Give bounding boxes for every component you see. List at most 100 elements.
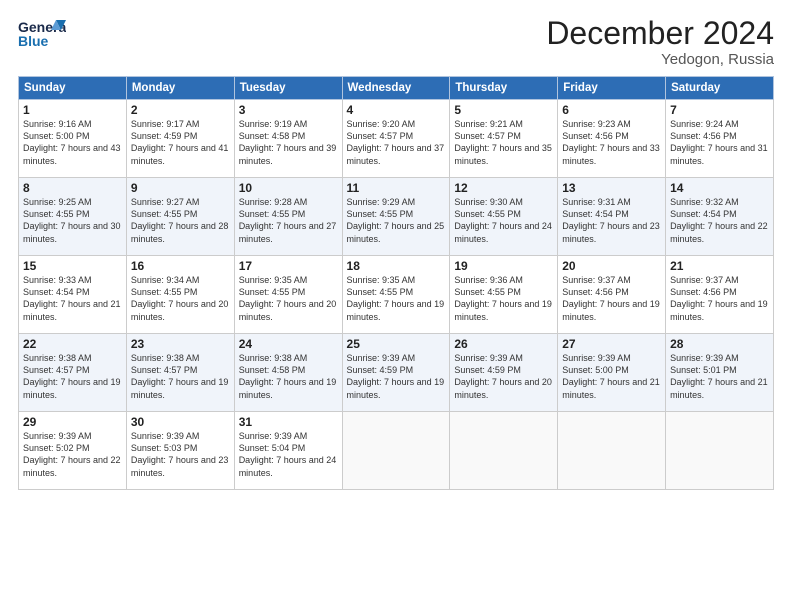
- cell-content: Sunrise: 9:24 AMSunset: 4:56 PMDaylight:…: [670, 118, 769, 167]
- cell-content: Sunrise: 9:29 AMSunset: 4:55 PMDaylight:…: [347, 196, 446, 245]
- cell-content: Sunrise: 9:39 AMSunset: 5:03 PMDaylight:…: [131, 430, 230, 479]
- cell-content: Sunrise: 9:30 AMSunset: 4:55 PMDaylight:…: [454, 196, 553, 245]
- calendar-table: SundayMondayTuesdayWednesdayThursdayFrid…: [18, 76, 774, 490]
- day-cell: 15Sunrise: 9:33 AMSunset: 4:54 PMDayligh…: [19, 256, 127, 334]
- day-number: 7: [670, 103, 769, 117]
- cell-content: Sunrise: 9:19 AMSunset: 4:58 PMDaylight:…: [239, 118, 338, 167]
- day-cell: 23Sunrise: 9:38 AMSunset: 4:57 PMDayligh…: [126, 334, 234, 412]
- day-cell: 14Sunrise: 9:32 AMSunset: 4:54 PMDayligh…: [666, 178, 774, 256]
- day-cell: 8Sunrise: 9:25 AMSunset: 4:55 PMDaylight…: [19, 178, 127, 256]
- cell-content: Sunrise: 9:38 AMSunset: 4:58 PMDaylight:…: [239, 352, 338, 401]
- logo: General Blue: [18, 16, 66, 54]
- cell-content: Sunrise: 9:37 AMSunset: 4:56 PMDaylight:…: [562, 274, 661, 323]
- cell-content: Sunrise: 9:34 AMSunset: 4:55 PMDaylight:…: [131, 274, 230, 323]
- day-number: 25: [347, 337, 446, 351]
- cell-content: Sunrise: 9:17 AMSunset: 4:59 PMDaylight:…: [131, 118, 230, 167]
- day-number: 22: [23, 337, 122, 351]
- calendar-page: General Blue December 2024 Yedogon, Russ…: [0, 0, 792, 612]
- week-row-2: 8Sunrise: 9:25 AMSunset: 4:55 PMDaylight…: [19, 178, 774, 256]
- cell-content: Sunrise: 9:39 AMSunset: 4:59 PMDaylight:…: [454, 352, 553, 401]
- day-cell: 30Sunrise: 9:39 AMSunset: 5:03 PMDayligh…: [126, 412, 234, 490]
- day-cell: 27Sunrise: 9:39 AMSunset: 5:00 PMDayligh…: [558, 334, 666, 412]
- cell-content: Sunrise: 9:31 AMSunset: 4:54 PMDaylight:…: [562, 196, 661, 245]
- day-cell: 4Sunrise: 9:20 AMSunset: 4:57 PMDaylight…: [342, 100, 450, 178]
- day-number: 28: [670, 337, 769, 351]
- cell-content: Sunrise: 9:20 AMSunset: 4:57 PMDaylight:…: [347, 118, 446, 167]
- cell-content: Sunrise: 9:38 AMSunset: 4:57 PMDaylight:…: [131, 352, 230, 401]
- svg-text:Blue: Blue: [18, 33, 49, 49]
- day-number: 26: [454, 337, 553, 351]
- cell-content: Sunrise: 9:16 AMSunset: 5:00 PMDaylight:…: [23, 118, 122, 167]
- day-cell: 18Sunrise: 9:35 AMSunset: 4:55 PMDayligh…: [342, 256, 450, 334]
- day-cell: 10Sunrise: 9:28 AMSunset: 4:55 PMDayligh…: [234, 178, 342, 256]
- day-cell: 2Sunrise: 9:17 AMSunset: 4:59 PMDaylight…: [126, 100, 234, 178]
- week-row-5: 29Sunrise: 9:39 AMSunset: 5:02 PMDayligh…: [19, 412, 774, 490]
- cell-content: Sunrise: 9:36 AMSunset: 4:55 PMDaylight:…: [454, 274, 553, 323]
- day-number: 3: [239, 103, 338, 117]
- day-cell: [450, 412, 558, 490]
- week-row-1: 1Sunrise: 9:16 AMSunset: 5:00 PMDaylight…: [19, 100, 774, 178]
- weekday-header-wednesday: Wednesday: [342, 77, 450, 100]
- cell-content: Sunrise: 9:23 AMSunset: 4:56 PMDaylight:…: [562, 118, 661, 167]
- weekday-header-saturday: Saturday: [666, 77, 774, 100]
- cell-content: Sunrise: 9:39 AMSunset: 5:04 PMDaylight:…: [239, 430, 338, 479]
- day-number: 15: [23, 259, 122, 273]
- title-block: December 2024 Yedogon, Russia: [546, 16, 774, 68]
- cell-content: Sunrise: 9:35 AMSunset: 4:55 PMDaylight:…: [239, 274, 338, 323]
- weekday-header-tuesday: Tuesday: [234, 77, 342, 100]
- day-cell: 9Sunrise: 9:27 AMSunset: 4:55 PMDaylight…: [126, 178, 234, 256]
- day-number: 29: [23, 415, 122, 429]
- cell-content: Sunrise: 9:33 AMSunset: 4:54 PMDaylight:…: [23, 274, 122, 323]
- weekday-header-monday: Monday: [126, 77, 234, 100]
- day-number: 10: [239, 181, 338, 195]
- day-number: 2: [131, 103, 230, 117]
- day-number: 1: [23, 103, 122, 117]
- day-cell: 28Sunrise: 9:39 AMSunset: 5:01 PMDayligh…: [666, 334, 774, 412]
- month-title: December 2024: [546, 16, 774, 51]
- day-cell: 20Sunrise: 9:37 AMSunset: 4:56 PMDayligh…: [558, 256, 666, 334]
- day-cell: [558, 412, 666, 490]
- cell-content: Sunrise: 9:39 AMSunset: 5:00 PMDaylight:…: [562, 352, 661, 401]
- day-cell: 22Sunrise: 9:38 AMSunset: 4:57 PMDayligh…: [19, 334, 127, 412]
- day-cell: [666, 412, 774, 490]
- day-number: 16: [131, 259, 230, 273]
- cell-content: Sunrise: 9:27 AMSunset: 4:55 PMDaylight:…: [131, 196, 230, 245]
- cell-content: Sunrise: 9:21 AMSunset: 4:57 PMDaylight:…: [454, 118, 553, 167]
- day-number: 17: [239, 259, 338, 273]
- day-number: 19: [454, 259, 553, 273]
- cell-content: Sunrise: 9:25 AMSunset: 4:55 PMDaylight:…: [23, 196, 122, 245]
- day-number: 24: [239, 337, 338, 351]
- weekday-header-thursday: Thursday: [450, 77, 558, 100]
- day-number: 23: [131, 337, 230, 351]
- cell-content: Sunrise: 9:28 AMSunset: 4:55 PMDaylight:…: [239, 196, 338, 245]
- day-cell: 31Sunrise: 9:39 AMSunset: 5:04 PMDayligh…: [234, 412, 342, 490]
- day-cell: 17Sunrise: 9:35 AMSunset: 4:55 PMDayligh…: [234, 256, 342, 334]
- day-number: 31: [239, 415, 338, 429]
- day-cell: 11Sunrise: 9:29 AMSunset: 4:55 PMDayligh…: [342, 178, 450, 256]
- day-number: 8: [23, 181, 122, 195]
- cell-content: Sunrise: 9:32 AMSunset: 4:54 PMDaylight:…: [670, 196, 769, 245]
- day-cell: 7Sunrise: 9:24 AMSunset: 4:56 PMDaylight…: [666, 100, 774, 178]
- day-number: 12: [454, 181, 553, 195]
- logo-icon: General Blue: [18, 16, 66, 54]
- day-cell: [342, 412, 450, 490]
- day-cell: 5Sunrise: 9:21 AMSunset: 4:57 PMDaylight…: [450, 100, 558, 178]
- header: General Blue December 2024 Yedogon, Russ…: [18, 16, 774, 68]
- day-number: 4: [347, 103, 446, 117]
- day-number: 5: [454, 103, 553, 117]
- day-number: 13: [562, 181, 661, 195]
- day-cell: 24Sunrise: 9:38 AMSunset: 4:58 PMDayligh…: [234, 334, 342, 412]
- day-cell: 26Sunrise: 9:39 AMSunset: 4:59 PMDayligh…: [450, 334, 558, 412]
- day-cell: 29Sunrise: 9:39 AMSunset: 5:02 PMDayligh…: [19, 412, 127, 490]
- day-number: 27: [562, 337, 661, 351]
- weekday-header-row: SundayMondayTuesdayWednesdayThursdayFrid…: [19, 77, 774, 100]
- day-cell: 1Sunrise: 9:16 AMSunset: 5:00 PMDaylight…: [19, 100, 127, 178]
- day-cell: 12Sunrise: 9:30 AMSunset: 4:55 PMDayligh…: [450, 178, 558, 256]
- day-cell: 13Sunrise: 9:31 AMSunset: 4:54 PMDayligh…: [558, 178, 666, 256]
- weekday-header-sunday: Sunday: [19, 77, 127, 100]
- location: Yedogon, Russia: [546, 51, 774, 68]
- week-row-4: 22 Sunrise: 9:38 AMSunset: 4:57 PMDayligh…: [19, 334, 774, 412]
- day-cell: 16Sunrise: 9:34 AMSunset: 4:55 PMDayligh…: [126, 256, 234, 334]
- day-cell: 21Sunrise: 9:37 AMSunset: 4:56 PMDayligh…: [666, 256, 774, 334]
- day-number: 30: [131, 415, 230, 429]
